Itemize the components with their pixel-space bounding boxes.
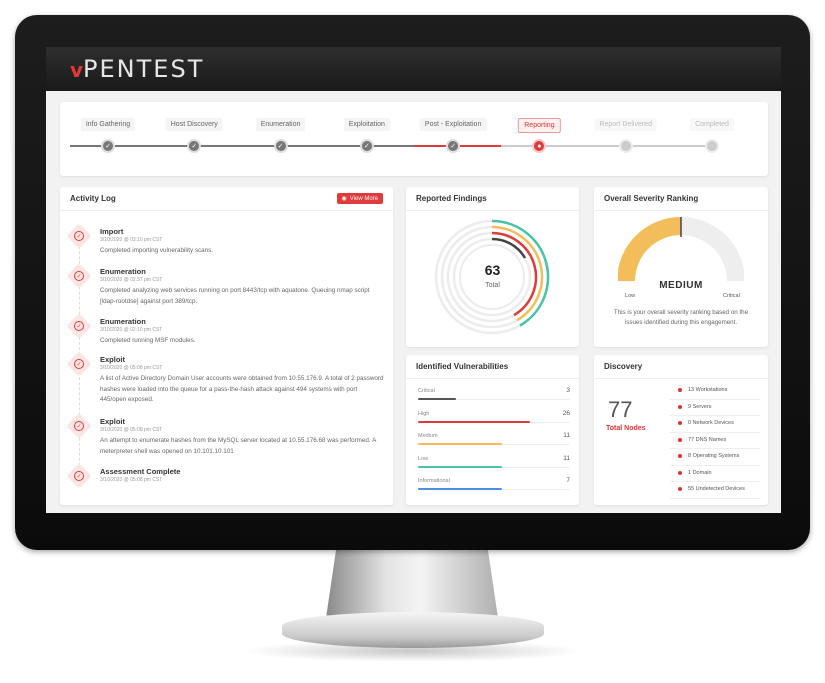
vulnerability-severity-label: Medium	[418, 433, 438, 439]
activity-check-icon: ✓	[66, 351, 92, 377]
pending-step-icon	[705, 139, 719, 153]
current-step-icon: ●	[532, 139, 547, 153]
stage-label[interactable]: Host Discovery	[165, 118, 223, 131]
vulnerability-severity-label: Low	[418, 455, 429, 462]
stage-label[interactable]: Post - Exploitation	[419, 118, 487, 131]
discovery-item[interactable]: 8 Operating Systems	[670, 449, 760, 466]
severity-title: Overall Severity Ranking	[604, 194, 699, 203]
severity-ranking-card: Overall Severity Ranking MEDIUM Low Crit…	[594, 187, 768, 347]
vulnerability-count: 11	[563, 454, 570, 462]
vulnerability-bar	[418, 488, 502, 490]
gauge-low-label: Low	[625, 293, 636, 299]
log-item-title: Exploit	[100, 355, 126, 364]
discovery-item[interactable]: 55 Undetected Devices	[670, 482, 760, 499]
monitor-base	[282, 612, 544, 648]
log-item-description: A list of Active Directory Domain User a…	[100, 375, 384, 403]
discovery-item[interactable]: 77 DNS Names	[670, 433, 760, 449]
logo-prefix: v	[70, 58, 84, 82]
log-item-title: Import	[100, 227, 124, 236]
vulnerability-count: 11	[563, 432, 570, 439]
top-bar: vPENTEST	[46, 47, 781, 91]
log-item-time: 3/10/2020 @ 03:10 pm CST	[100, 237, 163, 243]
discovery-card: Discovery 77 Total Nodes 13 Workstations…	[594, 355, 768, 505]
reported-findings-title: Reported Findings	[416, 194, 487, 203]
log-item-description: Completed importing vulnerability scans.	[100, 247, 214, 254]
view-more-button[interactable]: ◉ View More	[336, 193, 383, 204]
dashboard-screen: vPENTEST Info Gathering ✓ Host Discovery ✓ E…	[46, 47, 781, 513]
stage-label[interactable]: Report Delivered	[594, 118, 657, 131]
log-item-title: Assessment Complete	[100, 467, 181, 476]
check-icon: ✓	[446, 139, 461, 153]
vulnerabilities-title: Identified Vulnerabilities	[416, 362, 509, 371]
discovery-item[interactable]: 13 Workstations	[670, 383, 760, 400]
logo-name: PENTEST	[83, 55, 205, 83]
check-icon: ✓	[273, 139, 288, 153]
check-icon: ✓	[359, 139, 374, 153]
gauge-critical-label: Critical	[723, 293, 740, 299]
log-item-time: 3/10/2020 @ 05:08 pm CST	[100, 477, 163, 483]
log-item-time: 3/10/2020 @ 05:08 pm CST	[100, 365, 163, 371]
eye-icon: ◉	[341, 196, 347, 202]
vulnerability-count: 3	[566, 387, 570, 394]
discovery-title: Discovery	[604, 362, 643, 371]
identified-vulnerabilities-card: Identified Vulnerabilities Critical 3 High…	[406, 355, 579, 505]
view-more-label: View More	[349, 195, 378, 202]
activity-log-card: Activity Log ◉ View More ✓ Import 3/10/202…	[60, 187, 393, 505]
check-icon: ✓	[187, 139, 202, 153]
discovery-item[interactable]: 1 Domain	[670, 466, 760, 482]
activity-check-icon: ✓	[66, 413, 92, 439]
stage-label[interactable]: Info Gathering	[80, 118, 136, 131]
vulnerability-count: 26	[562, 409, 570, 417]
stage-label[interactable]: Enumeration	[255, 118, 306, 131]
activity-check-icon: ✓	[66, 223, 92, 249]
vulnerability-count: 7	[566, 477, 570, 484]
stage-label[interactable]: Completed	[690, 118, 734, 131]
vulnerability-bar	[418, 465, 502, 468]
log-item-time: 3/10/2020 @ 02:10 pm CST	[100, 327, 163, 333]
stage-label[interactable]: Exploitation	[343, 118, 390, 131]
severity-level: MEDIUM	[659, 280, 703, 291]
log-item-time: 3/10/2020 @ 02:37 pm CST	[100, 277, 163, 283]
discovery-total-label: Total Nodes	[606, 425, 646, 432]
monitor-neck	[326, 548, 498, 618]
discovery-total-value: 77	[608, 397, 633, 422]
log-item-description: An attempt to enumerate hashes from the …	[100, 437, 376, 455]
vulnerability-severity-label: Informational	[418, 478, 450, 484]
discovery-list: 13 Workstations 9 Servers 0 Network Device…	[670, 383, 760, 499]
engagement-progress: Info Gathering ✓ Host Discovery ✓ Enumeratio…	[60, 102, 768, 176]
log-item-description: Completed analyzing web services running…	[100, 287, 370, 305]
vulnerability-bar	[418, 398, 456, 400]
vulnerability-severity-label: High	[418, 410, 430, 417]
severity-gauge	[618, 217, 744, 282]
log-item-title: Exploit	[100, 417, 126, 426]
vulnerability-bar	[418, 443, 502, 445]
check-icon: ✓	[101, 139, 115, 153]
reported-findings-card: Reported Findings 63 Total	[406, 187, 579, 347]
discovery-item[interactable]: 9 Servers	[670, 400, 760, 416]
log-item-title: Enumeration	[100, 267, 146, 276]
log-item-description: Completed running MSF modules.	[100, 337, 196, 344]
activity-check-icon: ✓	[66, 463, 92, 489]
vpentest-logo[interactable]: vPENTEST	[70, 55, 204, 83]
activity-log-title: Activity Log	[70, 194, 116, 203]
stage-label[interactable]: Reporting	[518, 118, 561, 133]
findings-total-label: Total	[485, 282, 500, 289]
vulnerability-severity-label: Critical	[418, 388, 435, 394]
discovery-item[interactable]: 0 Network Devices	[670, 416, 760, 433]
findings-total-value: 63	[484, 262, 501, 278]
severity-description: This is your overall severity ranking ba…	[613, 309, 749, 326]
activity-check-icon: ✓	[66, 263, 92, 289]
log-item-title: Enumeration	[100, 317, 146, 326]
vulnerability-bar	[418, 420, 531, 423]
pending-step-icon	[618, 139, 633, 153]
log-item-time: 3/10/2020 @ 05:08 pm CST	[100, 427, 163, 433]
activity-check-icon: ✓	[66, 313, 92, 339]
